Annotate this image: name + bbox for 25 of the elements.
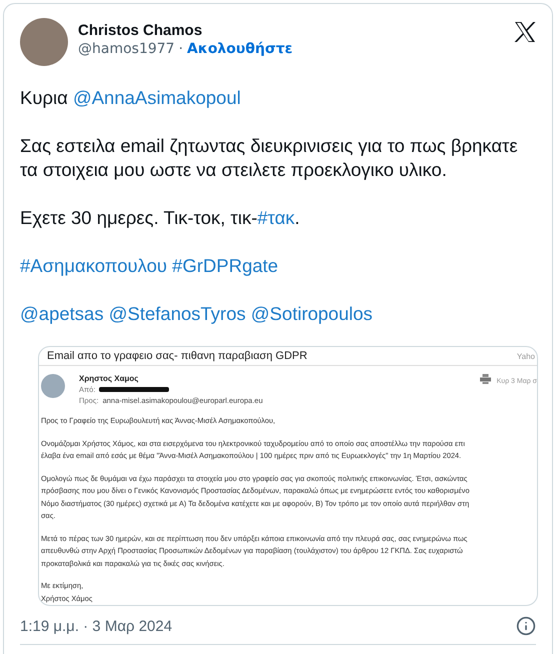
- timestamp[interactable]: 1:19 μ.μ. · 3 Μαρ 2024: [20, 618, 172, 634]
- author-handle[interactable]: @hamos1977: [78, 41, 175, 57]
- tweet-text: Εχετε 30 ημερες. Τικ-τοκ, τικ-#τακ.: [20, 206, 301, 230]
- separator: ·: [178, 41, 184, 57]
- sender-avatar: [41, 374, 65, 398]
- printer-icon[interactable]: [480, 374, 491, 384]
- avatar[interactable]: [20, 18, 68, 66]
- tweet-link[interactable]: @StefanosTyros: [108, 303, 246, 324]
- tweet-link[interactable]: @Sotiropoulos: [250, 303, 373, 324]
- x-logo-icon[interactable]: [514, 22, 536, 42]
- author-name[interactable]: Christos Chamos: [78, 22, 504, 39]
- redaction-mark: [99, 387, 170, 392]
- tweet-link[interactable]: #τακ: [257, 207, 295, 228]
- info-icon[interactable]: [516, 616, 536, 636]
- tweet-link[interactable]: #GrDPRgate: [172, 255, 278, 276]
- email-screenshot[interactable]: [38, 346, 538, 606]
- mail-app-label: Yaho: [516, 352, 535, 360]
- tweet-link[interactable]: @AnnaAsimakopoul: [72, 87, 241, 108]
- tweet-link[interactable]: @apetsas: [20, 303, 104, 324]
- tweet-link[interactable]: #Ασημακοπουλου: [20, 255, 168, 276]
- follow-link[interactable]: Ακολουθήστε: [187, 41, 293, 57]
- sender-name: Χρηστος Χαμος: [79, 374, 140, 383]
- email-subject: Email απο το γραφειο σας- πιθανη παραβιαση GDPR: [47, 350, 308, 362]
- tweet-text: Σας εστειλα email ζητωντας διευκρινισεις για το πως βρηκατε τα στοιχεια μου ωστε να στειλετε προεκλογικο υλικο.: [20, 134, 519, 182]
- tweet-text: Κυρια @AnnaAsimakopoul: [20, 86, 242, 110]
